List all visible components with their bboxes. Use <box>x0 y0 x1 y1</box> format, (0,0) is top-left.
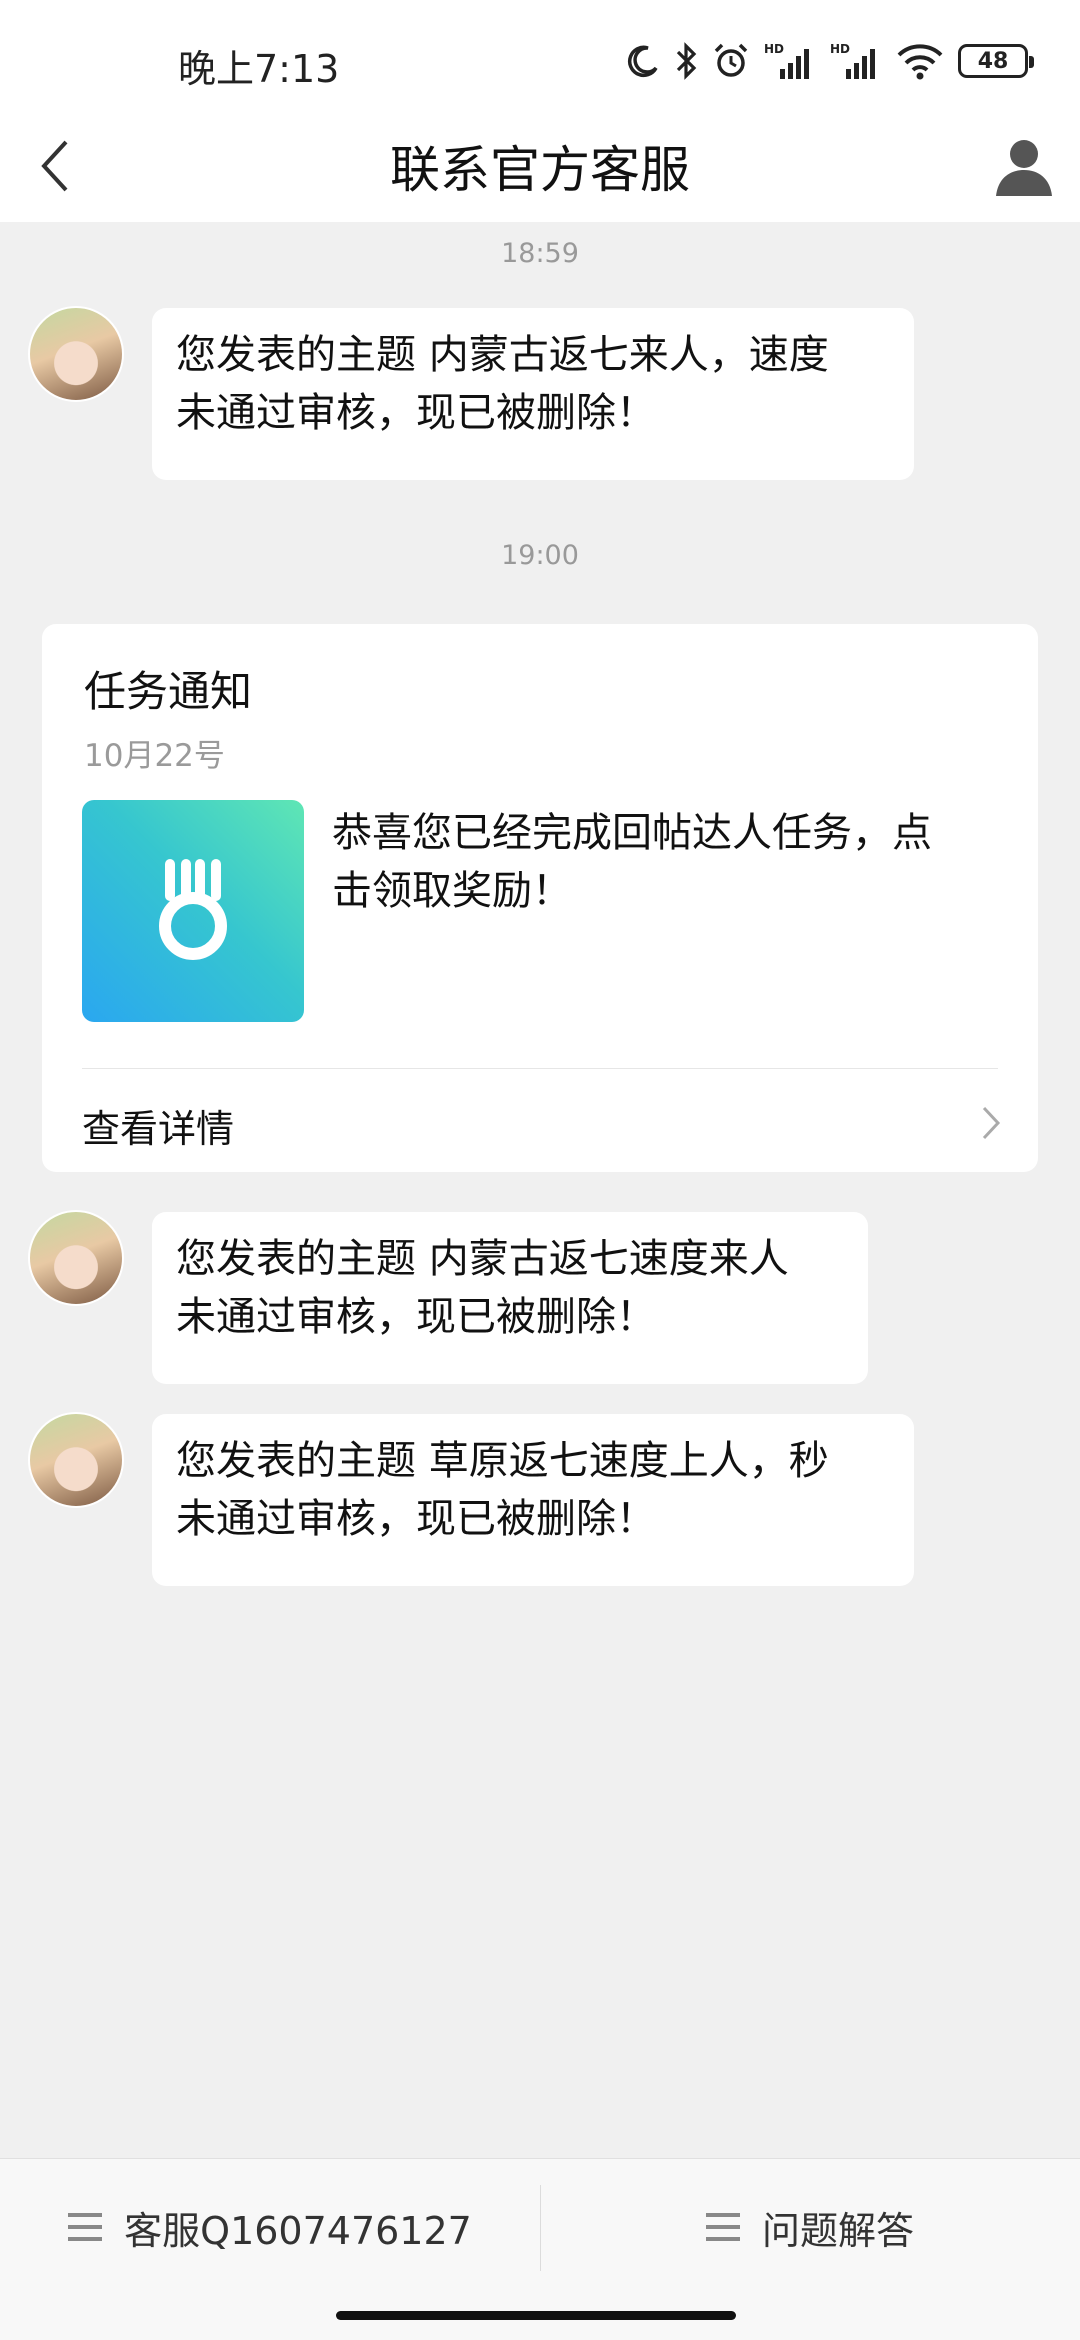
menu-icon <box>68 2213 103 2241</box>
menu-icon <box>705 2213 740 2241</box>
moon-icon <box>627 45 658 78</box>
faq-label: 问题解答 <box>761 2208 914 2253</box>
avatar[interactable] <box>28 1412 124 1508</box>
battery-level: 48 <box>977 48 1009 74</box>
hd-signal-icon: HD <box>764 42 809 79</box>
message-line: 您发表的主题 内蒙古返七速度来人 <box>176 1236 789 1282</box>
message-line: 未通过审核，现已被删除！ <box>176 1496 656 1542</box>
status-icons: HD HD 48 <box>626 36 1034 86</box>
customer-service-qq-label: 客服Q1607476127 <box>124 2208 472 2253</box>
card-text-line: 击领取奖励！ <box>332 868 572 914</box>
card-date: 10月22号 <box>84 738 225 774</box>
bluetooth-icon <box>676 42 697 80</box>
message-line: 未通过审核，现已被删除！ <box>176 1294 656 1340</box>
user-icon <box>996 140 1052 196</box>
avatar[interactable] <box>28 306 124 402</box>
avatar[interactable] <box>28 1210 124 1306</box>
svg-text:HD: HD <box>830 42 850 56</box>
faq-button[interactable]: 问题解答 <box>540 2159 1080 2295</box>
message-bubble[interactable]: 您发表的主题 内蒙古返七来人，速度 未通过审核，现已被删除！ <box>152 308 914 480</box>
customer-service-qq-button[interactable]: 客服Q1607476127 <box>0 2159 540 2295</box>
task-notification-card[interactable]: 任务通知 10月22号 恭喜您已经完成回帖达人任务，点 击领取奖励！ 查看详情 <box>42 624 1038 1172</box>
message-bubble[interactable]: 您发表的主题 草原返七速度上人，秒 未通过审核，现已被删除！ <box>152 1414 914 1586</box>
battery-icon: 48 <box>958 44 1034 78</box>
header: 联系官方客服 <box>0 110 1080 222</box>
chevron-right-icon <box>982 1106 1001 1140</box>
chevron-left-icon <box>41 140 68 192</box>
back-button[interactable] <box>16 124 96 208</box>
svg-text:HD: HD <box>764 42 784 56</box>
message-line: 您发表的主题 草原返七速度上人，秒 <box>176 1438 829 1484</box>
alarm-icon <box>714 43 748 77</box>
status-time: 晚上7:13 <box>178 47 340 91</box>
message-bubble[interactable]: 您发表的主题 内蒙古返七速度来人 未通过审核，现已被删除！ <box>152 1212 868 1384</box>
medal-icon <box>159 859 227 960</box>
user-profile-button[interactable] <box>984 122 1064 210</box>
wifi-icon <box>897 44 943 80</box>
message-line: 您发表的主题 内蒙古返七来人，速度 <box>176 332 829 378</box>
divider <box>82 1068 998 1069</box>
message-line: 未通过审核，现已被删除！ <box>176 390 656 436</box>
home-indicator[interactable] <box>336 2311 736 2320</box>
page-title: 联系官方客服 <box>390 141 690 199</box>
card-thumbnail <box>82 800 304 1022</box>
card-text: 恭喜您已经完成回帖达人任务，点 击领取奖励！ <box>332 804 1012 920</box>
timestamp: 19:00 <box>501 540 579 571</box>
timestamp: 18:59 <box>501 238 579 269</box>
view-details-label: 查看详情 <box>82 1107 235 1151</box>
status-bar: 晚上7:13 HD HD 48 <box>0 0 1080 110</box>
chat-area[interactable]: 18:59 您发表的主题 内蒙古返七来人，速度 未通过审核，现已被删除！ 19:… <box>0 222 1080 2158</box>
card-text-line: 恭喜您已经完成回帖达人任务，点 <box>332 810 932 856</box>
view-details-link[interactable]: 查看详情 <box>42 1070 1038 1172</box>
hd-signal-icon: HD <box>830 42 875 79</box>
card-title: 任务通知 <box>84 667 253 716</box>
